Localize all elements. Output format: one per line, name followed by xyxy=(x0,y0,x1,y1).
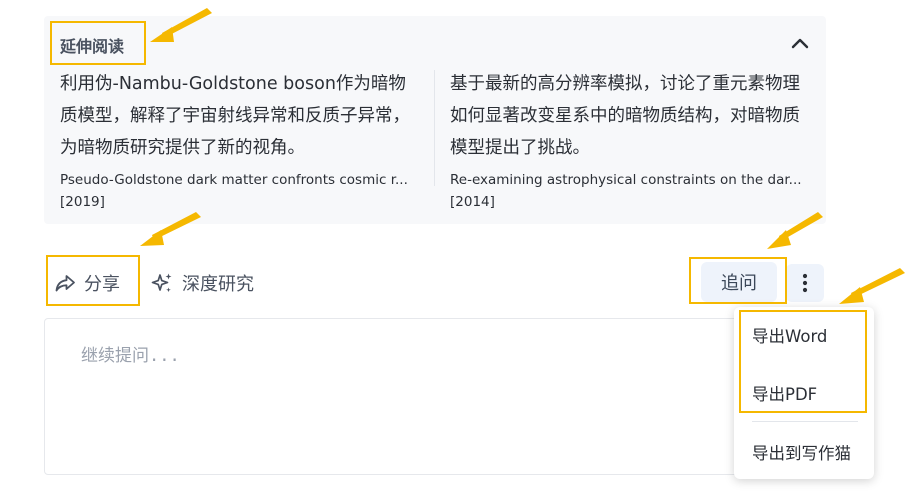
reading-card-1-reference[interactable]: Pseudo-Goldstone dark matter confronts c… xyxy=(60,169,420,191)
reading-card-1-summary[interactable]: 利用伪-Nambu-Goldstone boson作为暗物质模型，解释了宇宙射线… xyxy=(60,68,422,164)
export-pdf-item[interactable]: 导出PDF xyxy=(752,381,817,405)
page-root: 延伸阅读 利用伪-Nambu-Goldstone boson作为暗物质模型，解释… xyxy=(0,0,908,495)
more-options-button[interactable] xyxy=(786,264,824,302)
followup-input-box xyxy=(44,318,826,475)
followup-label: 追问 xyxy=(721,273,757,294)
menu-divider xyxy=(752,421,858,422)
reading-card-2-year: [2014] xyxy=(450,194,495,210)
export-word-item[interactable]: 导出Word xyxy=(752,323,827,347)
followup-button[interactable]: 追问 xyxy=(701,262,777,302)
export-writing-cat-item[interactable]: 导出到写作猫 xyxy=(752,440,851,464)
sparkle-icon xyxy=(150,271,174,295)
further-reading-title: 延伸阅读 xyxy=(60,37,125,56)
reading-card-1-year: [2019] xyxy=(60,194,105,210)
share-button[interactable]: 分享 xyxy=(54,270,120,296)
reading-card-2-reference[interactable]: Re-examining astrophysical constraints o… xyxy=(450,169,812,191)
more-vertical-icon xyxy=(802,273,808,293)
deep-research-label: 深度研究 xyxy=(182,274,254,295)
deep-research-button[interactable]: 深度研究 xyxy=(150,270,254,296)
chevron-up-icon[interactable] xyxy=(789,33,811,53)
card-divider xyxy=(434,70,435,186)
followup-input[interactable] xyxy=(45,319,825,474)
share-icon xyxy=(54,272,76,294)
reading-card-2-summary[interactable]: 基于最新的高分辨率模拟，讨论了重元素物理如何显著改变星系中的暗物质结构，对暗物质… xyxy=(450,68,802,164)
share-label: 分享 xyxy=(84,274,120,295)
export-menu: 导出Word 导出PDF 导出到写作猫 xyxy=(734,307,874,479)
